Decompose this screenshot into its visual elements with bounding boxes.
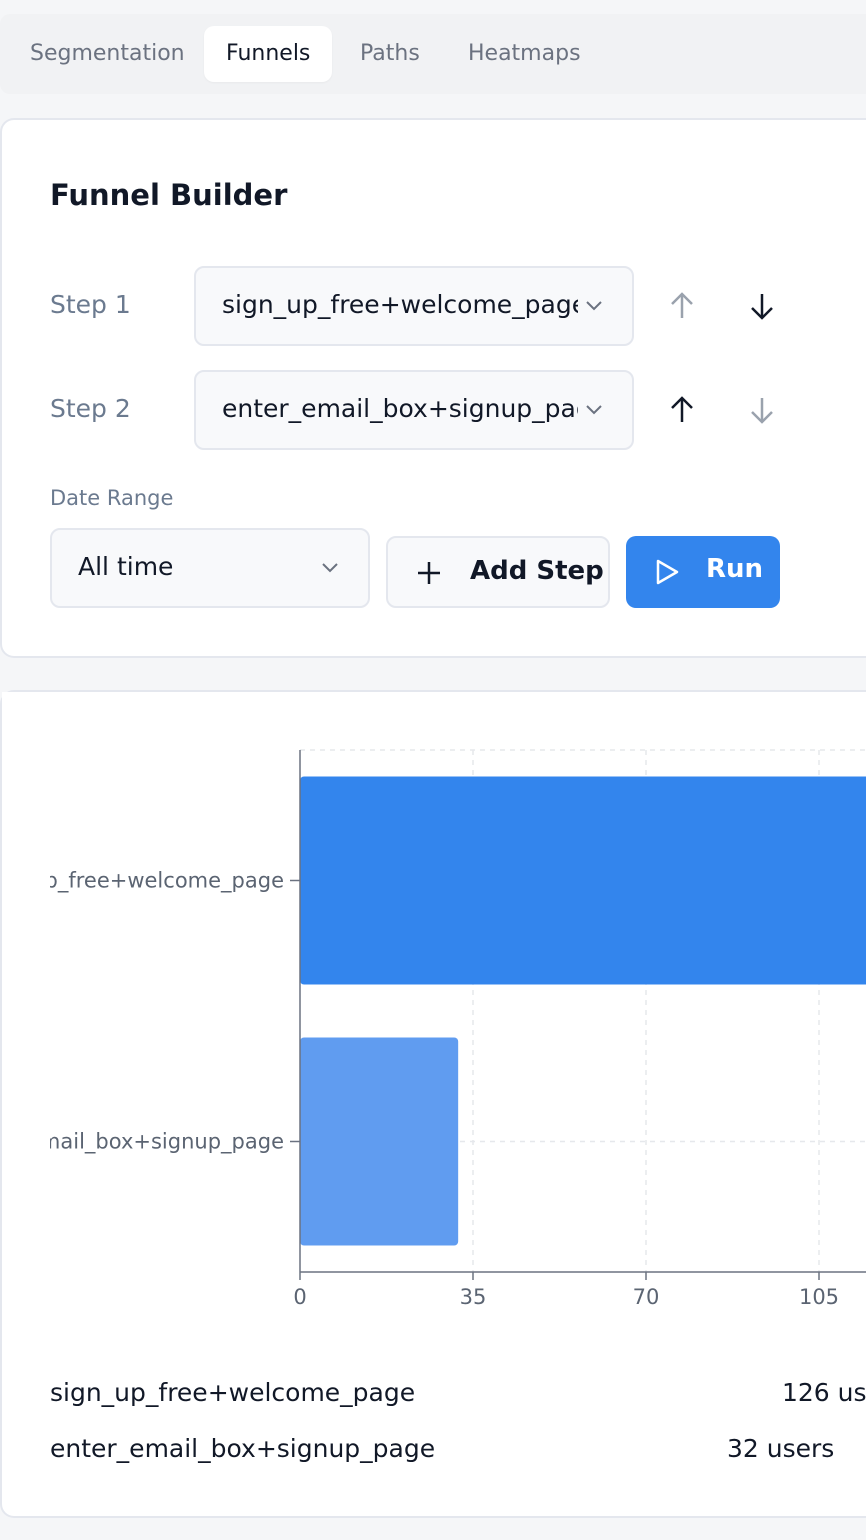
chevron-down-icon [322, 563, 338, 573]
step-2-value: enter_email_box+signup_page [222, 394, 578, 423]
analysis-tabs: Segmentation Funnels Paths Heatmaps [0, 14, 866, 94]
summary-row-1-value: 126 users [782, 1378, 866, 1407]
summary-row-1-name: sign_up_free+welcome_page [50, 1378, 416, 1407]
funnel-builder-card: Funnel Builder Step 1 sign_up_free+welco… [0, 118, 866, 658]
bar-2 [300, 1037, 459, 1246]
add-step-label: Add Step [470, 556, 604, 586]
step-1-select[interactable]: sign_up_free+welcome_page [194, 266, 634, 346]
date-range-label: Date Range [50, 486, 174, 510]
x-tick-label: 35 [460, 1285, 487, 1309]
label-clip-mask [2, 692, 50, 1332]
move-down-icon[interactable] [742, 286, 782, 326]
move-up-icon[interactable] [662, 286, 702, 326]
bar-1 [300, 776, 866, 985]
chevron-down-icon [586, 301, 602, 311]
run-button[interactable]: Run [626, 536, 780, 608]
x-tick-label: 70 [633, 1285, 660, 1309]
funnel-bar-chart: 03570105sign_up_free+welcome_pageenter_e… [2, 692, 866, 1332]
step-2-label: Step 2 [50, 394, 131, 423]
tab-heatmaps[interactable]: Heatmaps [446, 26, 603, 82]
tab-paths[interactable]: Paths [338, 26, 442, 82]
step-2-select[interactable]: enter_email_box+signup_page [194, 370, 634, 450]
funnel-results-card: 0 35 70 105 sign_up_free+welcome_page enter_e… [0, 690, 866, 1518]
summary-row-2-value: 32 users [727, 1434, 835, 1463]
add-step-button[interactable]: Add Step [386, 536, 610, 608]
chevron-down-icon [586, 405, 602, 415]
x-tick-label: 105 [799, 1285, 839, 1309]
play-icon [656, 559, 679, 585]
plus-icon [418, 562, 440, 584]
x-tick-label: 0 [293, 1285, 306, 1309]
date-range-select[interactable]: All time [50, 528, 370, 608]
summary-row-2-name: enter_email_box+signup_page [50, 1434, 436, 1463]
move-down-icon[interactable] [742, 390, 782, 430]
step-1-label: Step 1 [50, 290, 131, 319]
date-range-value: All time [78, 552, 174, 581]
step-1-value: sign_up_free+welcome_page [222, 290, 578, 319]
tab-segmentation[interactable]: Segmentation [8, 26, 207, 82]
run-label: Run [706, 554, 764, 584]
funnel-builder-title: Funnel Builder [50, 178, 288, 212]
move-up-icon[interactable] [662, 390, 702, 430]
tab-funnels[interactable]: Funnels [204, 26, 333, 82]
